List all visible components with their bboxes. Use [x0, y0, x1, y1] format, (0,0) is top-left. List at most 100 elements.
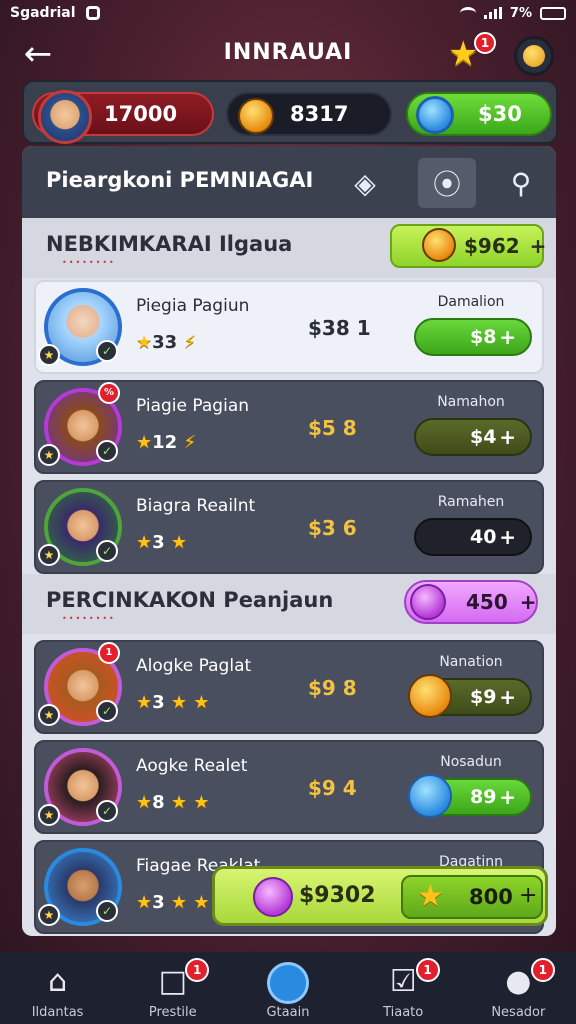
plus-icon: + — [519, 590, 537, 614]
character-level: ★3 ★ — [136, 532, 188, 553]
checklist-icon: ☑ — [389, 964, 417, 999]
plus-icon: + — [499, 685, 516, 709]
plus-icon: + — [529, 234, 547, 258]
hearts-counter[interactable]: 17000 — [32, 90, 214, 144]
buy-button[interactable]: $9 + — [408, 674, 532, 718]
spiral-icon[interactable]: ⦿ — [418, 158, 476, 208]
user-icon: ● — [505, 964, 532, 999]
character-name: Piegia Pagiun — [136, 296, 250, 316]
character-price: $9 4 — [308, 776, 357, 800]
character-price: $9 8 — [308, 676, 357, 700]
plus-icon: + — [499, 425, 516, 449]
chat-icon: □ — [158, 964, 187, 999]
coin-icon — [422, 228, 456, 262]
signal-icon — [483, 7, 502, 19]
nav-label: Nesador — [491, 1005, 546, 1020]
search-icon[interactable]: ⚲ — [492, 158, 550, 208]
character-name: Aogke Realet — [136, 756, 248, 776]
promo-buy-button[interactable]: ★ 800 + — [401, 875, 543, 919]
plus-icon: + — [499, 525, 516, 549]
sword-icon: ✓ — [96, 340, 118, 362]
top-bar: ← INNRAUAI ★ 1 — [0, 28, 576, 82]
offer-value: 450 — [466, 590, 508, 614]
gem-icon — [410, 584, 446, 620]
gems-counter[interactable]: $30 — [406, 92, 552, 136]
gems-value: $30 — [478, 102, 522, 126]
buy-button[interactable]: $8 + — [414, 318, 532, 356]
sword-icon: ✓ — [96, 540, 118, 562]
bolt-icon: ★ — [38, 344, 60, 366]
resource-bar: 17000 8317 $30 — [22, 80, 558, 144]
buy-button[interactable]: 40 + — [414, 518, 532, 556]
promo-price: 800 — [469, 885, 513, 909]
nav-item-profile[interactable]: □ 1 Prestile — [115, 952, 230, 1024]
character-name: Piagie Pagian — [136, 396, 250, 416]
list-item[interactable]: ★ ✓ Piegia Pagiun ★33 ⚡ $38 1 Damalion $… — [34, 280, 544, 374]
action-label: Nosadun — [440, 754, 502, 770]
character-price: $38 1 — [308, 316, 371, 340]
sword-icon: ✓ — [96, 440, 118, 462]
nav-badge: 1 — [530, 958, 555, 982]
star-badge: 1 — [474, 32, 496, 54]
panel-header: Pieargkoni PEMNIAGAI ◈ ⦿ ⚲ — [22, 146, 556, 218]
nav-badge: 1 — [185, 958, 210, 982]
battery-text: 7% — [509, 5, 532, 21]
character-level: ★8 ★ ★ — [136, 792, 210, 813]
character-level: ★3 ★ ★ — [136, 892, 210, 913]
character-level: ★3 ★ ★ — [136, 692, 210, 713]
section-subtitle: •••••••• — [62, 258, 116, 267]
nav-item-home[interactable]: ⌂ Ildantas — [0, 952, 115, 1024]
plus-icon: + — [499, 785, 516, 809]
list-item[interactable]: % ★ ✓ Piagie Pagian ★12 ⚡ $5 8 Namahon $… — [34, 380, 544, 474]
promo-banner[interactable]: $9302 ★ 800 + — [212, 866, 548, 926]
nav-label: Prestile — [148, 1005, 197, 1020]
buy-button[interactable]: $4 + — [414, 418, 532, 456]
gem-icon — [416, 96, 454, 134]
promo-value: $9302 — [299, 883, 376, 908]
section-1-offer-button[interactable]: $962 + — [390, 224, 547, 268]
action-label: Damalion — [437, 294, 505, 310]
list-item[interactable]: ★ ✓ Aogke Realet ★8 ★ ★ $9 4 Nosadun 89 + — [34, 740, 544, 834]
character-level: ★12 ⚡ — [136, 432, 197, 453]
plus-icon: + — [519, 883, 538, 908]
coins-value: 8317 — [290, 102, 349, 126]
section-title: NEBKIMKARAI Ilgaua — [46, 232, 293, 256]
star-icon: ★ — [417, 879, 444, 914]
nav-item-main[interactable]: Gtaain — [230, 952, 345, 1024]
character-level: ★33 ⚡ — [136, 332, 197, 353]
action-label: Ramahen — [437, 494, 505, 510]
sword-icon: ✓ — [96, 700, 118, 722]
character-name: Biagra Reailnt — [136, 496, 256, 516]
coin-icon — [408, 674, 452, 718]
shield-icon[interactable]: ◈ — [336, 158, 394, 208]
player-avatar[interactable] — [38, 90, 92, 144]
status-bar: Sgadrial 7% — [0, 0, 576, 26]
list-item[interactable]: ★ ✓ Biagra Reailnt ★3 ★ $3 6 Ramahen 40 + — [34, 480, 544, 574]
section-title: PERCINKAKON Peanjaun — [46, 588, 334, 612]
record-icon — [85, 6, 100, 20]
action-label: Nanation — [439, 654, 503, 670]
section-header-2: PERCINKAKON Peanjaun •••••••• 450 + — [22, 574, 556, 634]
action-label: Namahon — [437, 394, 505, 410]
wifi-icon — [459, 7, 476, 19]
plus-icon: + — [499, 325, 516, 349]
shop-panel: Pieargkoni PEMNIAGAI ◈ ⦿ ⚲ NEBKIMKARAI I… — [22, 146, 556, 936]
nav-item-account[interactable]: ● 1 Nesador — [461, 952, 576, 1024]
nav-label: Gtaain — [266, 1005, 310, 1020]
bolt-icon: ★ — [38, 904, 60, 926]
list-item[interactable]: 1 ★ ✓ Alogke Paglat ★3 ★ ★ $9 8 Nanation… — [34, 640, 544, 734]
carrier-text: Sgadrial — [10, 5, 76, 21]
section-subtitle: •••••••• — [62, 614, 116, 623]
section-header-1: NEBKIMKARAI Ilgaua •••••••• $962 + — [22, 218, 556, 278]
offer-value: $962 — [464, 234, 520, 258]
nav-badge: 1 — [415, 958, 440, 982]
buy-button[interactable]: 89 + — [408, 774, 532, 818]
coin-icon — [523, 45, 545, 67]
section-2-offer-button[interactable]: 450 + — [404, 580, 538, 624]
nav-item-tasks[interactable]: ☑ 1 Tiaato — [346, 952, 461, 1024]
panel-title: Pieargkoni PEMNIAGAI — [46, 168, 314, 192]
gold-coin-button[interactable] — [514, 36, 554, 76]
avatar-badge: 1 — [98, 642, 120, 664]
nav-label: Tiaato — [383, 1005, 424, 1020]
coins-counter[interactable]: 8317 — [226, 92, 392, 136]
